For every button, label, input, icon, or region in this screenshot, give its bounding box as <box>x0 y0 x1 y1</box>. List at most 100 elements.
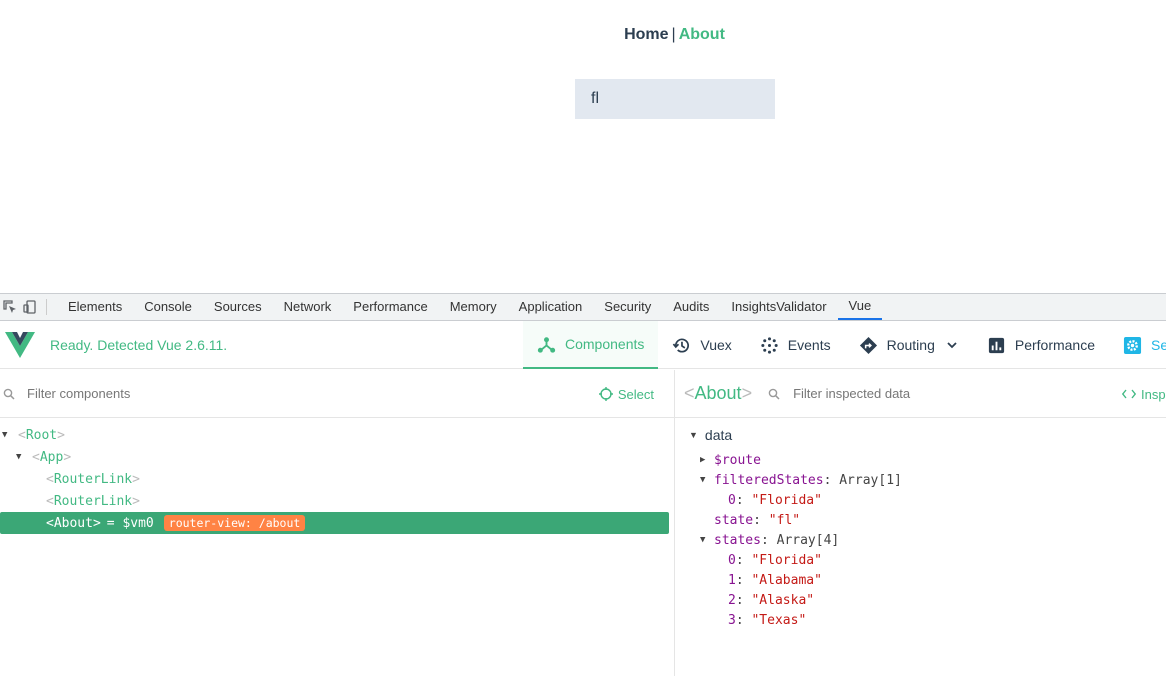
inspect-element-icon[interactable] <box>0 294 20 320</box>
component-name-text: About <box>694 383 742 403</box>
data-value: "Alaska" <box>751 592 815 608</box>
toolbar-divider <box>46 299 47 315</box>
tree-node-label: RouterLink <box>53 493 133 509</box>
data-section-toggle[interactable]: ▼ data <box>675 424 1166 446</box>
collapse-arrow-icon[interactable]: ▼ <box>689 430 698 440</box>
vue-tab-label: Events <box>787 337 831 353</box>
data-section: ▼ data ▶ $route ▼ filteredStates: Array[… <box>675 418 1166 630</box>
search-icon <box>3 388 15 400</box>
inspected-component-name: <About> <box>684 383 753 403</box>
tree-node-root[interactable]: ▼ < Root > <box>0 424 674 446</box>
data-value: "Florida" <box>751 492 822 508</box>
data-row-state[interactable]: state: "fl" <box>675 510 1166 530</box>
inspect-label: Insp <box>1141 386 1166 402</box>
data-value: "Florida" <box>751 552 822 568</box>
select-component-button[interactable]: Select <box>598 370 654 418</box>
data-inspector-pane: <About> Insp ▼ data ▶ $route ▼ <box>675 370 1166 676</box>
tree-node-app[interactable]: ▼ < App > <box>0 446 674 468</box>
devtools-tab-security[interactable]: Security <box>593 294 662 320</box>
nav-link-about[interactable]: About <box>679 26 725 43</box>
tag-bracket: > <box>92 515 101 531</box>
devtools-tab-network[interactable]: Network <box>273 294 343 320</box>
tree-node-routerlink[interactable]: < RouterLink > <box>0 468 674 490</box>
expand-arrow-icon[interactable]: ▼ <box>16 452 26 462</box>
vue-tab-vuex[interactable]: Vuex <box>658 321 745 369</box>
routing-icon <box>859 336 877 354</box>
vue-tab-label: Components <box>565 336 645 352</box>
tree-node-routerlink[interactable]: < RouterLink > <box>0 490 674 512</box>
data-value[interactable]: "fl" <box>769 513 800 528</box>
data-row-array-item: 3: "Texas" <box>728 612 807 628</box>
devtools-tab-memory[interactable]: Memory <box>439 294 508 320</box>
devtools-panel: Elements Console Sources Network Perform… <box>0 293 1166 676</box>
data-index: 0 <box>728 552 736 568</box>
vm-reference: = $vm0 <box>106 515 154 531</box>
nav-separator: | <box>671 26 676 43</box>
tree-node-label: About <box>53 515 93 531</box>
data-row-array-item: 0: "Florida" <box>728 552 822 568</box>
app-nav: Home | About <box>0 26 1166 44</box>
data-value: "Texas" <box>751 612 807 628</box>
vue-tab-label: Performance <box>1014 337 1096 353</box>
data-key: states <box>714 532 761 548</box>
tag-bracket: < <box>18 427 26 443</box>
vue-logo-icon <box>5 331 35 358</box>
devtools-tab-insightsvalidator[interactable]: InsightsValidator <box>720 294 837 320</box>
expand-arrow-icon[interactable]: ▼ <box>2 430 12 440</box>
state-search-input[interactable] <box>575 79 775 119</box>
filter-components-input[interactable] <box>27 386 327 401</box>
settings-icon <box>1123 336 1142 354</box>
crosshair-icon <box>598 387 613 401</box>
tag-bracket: < <box>32 449 40 465</box>
devtools-tab-sources[interactable]: Sources <box>203 294 273 320</box>
vue-tab-routing[interactable]: Routing <box>845 321 973 369</box>
tree-node-label: App <box>39 449 64 465</box>
vue-tab-label: Routing <box>886 337 935 353</box>
tag-bracket: > <box>57 427 65 443</box>
components-icon <box>537 336 556 353</box>
vue-tab-performance[interactable]: Performance <box>973 321 1109 369</box>
data-key: state <box>714 512 754 528</box>
expand-arrow-icon[interactable]: ▶ <box>700 455 711 465</box>
devtools-tab-application[interactable]: Application <box>508 294 594 320</box>
data-index: 2 <box>728 592 736 608</box>
data-row-states[interactable]: ▼ states: Array[4] <box>675 530 1166 550</box>
data-value: "Alabama" <box>751 572 822 588</box>
data-row-array-item: 1: "Alabama" <box>728 572 822 588</box>
vue-tab-bar: Components Vuex Events Routing Performan… <box>523 321 1166 369</box>
section-title: data <box>704 427 733 443</box>
data-index: 0 <box>728 492 736 508</box>
devtools-tab-performance[interactable]: Performance <box>342 294 438 320</box>
vue-devtools-header: Ready. Detected Vue 2.6.11. Components V… <box>0 321 1166 369</box>
collapse-arrow-icon[interactable]: ▼ <box>700 475 711 485</box>
inspector-header: <About> Insp <box>675 370 1166 418</box>
filter-inspected-data-input[interactable] <box>793 386 994 401</box>
collapse-arrow-icon[interactable]: ▼ <box>700 535 711 545</box>
device-toolbar-icon[interactable] <box>20 294 40 320</box>
data-row-array-item: 0: "Florida" <box>728 492 822 508</box>
tree-node-label: Root <box>25 427 58 443</box>
vue-tab-settings[interactable]: Se <box>1109 321 1166 369</box>
data-index: 1 <box>728 572 736 588</box>
vue-tab-events[interactable]: Events <box>746 321 845 369</box>
devtools-tab-bar: Elements Console Sources Network Perform… <box>0 293 1166 321</box>
nav-link-home[interactable]: Home <box>624 26 668 43</box>
tag-bracket: < <box>46 471 54 487</box>
tree-node-about-selected[interactable]: < About > = $vm0 router-view: /about <box>0 512 669 534</box>
inspect-dom-button[interactable]: Insp <box>1122 370 1166 418</box>
tag-bracket: < <box>46 493 54 509</box>
app-page: Home | About <box>0 0 1166 293</box>
vue-tab-components[interactable]: Components <box>523 321 659 369</box>
data-row-filteredstates[interactable]: ▼ filteredStates: Array[1] <box>675 470 1166 490</box>
data-row-route[interactable]: ▶ $route <box>675 450 1166 470</box>
devtools-tab-console[interactable]: Console <box>133 294 203 320</box>
tag-bracket: < <box>46 515 54 531</box>
devtools-tab-vue[interactable]: Vue <box>837 294 883 320</box>
search-icon <box>768 388 780 400</box>
devtools-tab-elements[interactable]: Elements <box>57 294 133 320</box>
chevron-down-icon[interactable] <box>945 338 959 352</box>
code-icon <box>1122 389 1136 399</box>
tree-node-label: RouterLink <box>53 471 133 487</box>
tag-bracket: > <box>132 493 140 509</box>
devtools-tab-audits[interactable]: Audits <box>662 294 720 320</box>
